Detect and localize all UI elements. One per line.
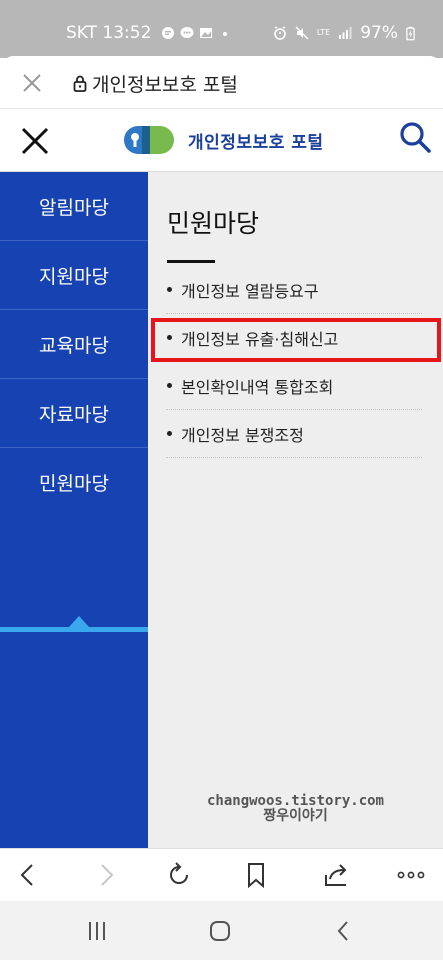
submenu-item-dispute-mediation[interactable]: 개인정보 분쟁조정 [166,410,422,458]
share-icon[interactable] [322,861,350,889]
browser-title-bar: 개인정보보호 포털 [0,56,443,109]
forward-icon[interactable] [92,861,120,889]
bookmark-icon[interactable] [242,861,270,889]
home-icon[interactable] [206,918,234,944]
logo-text: 개인정보보호 포털 [188,132,324,153]
sidebar-item-resources[interactable]: 자료마당 [0,379,148,448]
submenu-item-label: 개인정보 분쟁조정 [181,425,304,445]
watermark-url: changwoos.tistory.com [206,793,384,809]
status-left: SKT 13:52 [66,23,232,43]
bullet-icon [167,431,172,436]
status-bar: SKT 13:52 LTE 97% [0,0,443,58]
sidebar-item-label: 지원마당 [39,265,109,288]
submenu-item-identity-lookup[interactable]: 본인확인내역 통합조회 [166,362,422,410]
highlight-box [151,318,441,362]
sidebar-item-support[interactable]: 지원마당 [0,241,148,310]
sidebar-item-label: 자료마당 [39,403,109,426]
carrier-time: SKT 13:52 [66,23,152,43]
bullet-icon [167,287,172,292]
logo-mark-icon [124,126,174,154]
watermark-name: 짱우이야기 [263,808,328,824]
active-indicator-caret [69,616,89,627]
close-tab-icon[interactable] [20,71,44,95]
gallery-icon [200,28,213,38]
sidebar-item-civil-affairs[interactable]: 민원마당 [0,448,148,517]
close-menu-icon[interactable] [20,126,50,156]
mute-icon [295,26,309,40]
system-navbar [0,901,443,960]
sidebar-item-label: 알림마당 [39,196,109,219]
sidebar: 알림마당 지원마당 교육마당 자료마당 민원마당 [0,172,148,848]
section-title: 민원마당 [167,209,260,238]
battery-percent: 97% [360,23,398,43]
sidebar-item-label: 교육마당 [39,334,109,357]
back-icon[interactable] [14,861,42,889]
battery-icon [406,26,415,40]
submenu-panel: 민원마당 개인정보 열람등요구 개인정보 유출·침해신고 본인확인내역 통합조회… [148,172,443,848]
site-logo[interactable]: 개인정보보호 포털 [120,122,324,158]
browser-toolbar [0,848,443,901]
browser-sheet: 개인정보보호 포털 개인정보보호 포털 알림마당 지원마당 교육마당 자료마당 … [0,56,443,960]
submenu-item-label: 개인정보 열람등요구 [181,281,319,301]
submenu-list: 개인정보 열람등요구 개인정보 유출·침해신고 본인확인내역 통합조회 개인정보… [151,266,441,458]
dot-icon [223,32,228,36]
active-indicator-bar [0,627,148,632]
reload-icon[interactable] [165,861,193,889]
sidebar-item-label: 민원마당 [39,473,109,495]
more-icon[interactable] [397,861,425,889]
site-header: 개인정보보호 포털 [0,110,443,172]
signal-icon [339,27,352,39]
submenu-item-label: 본인확인내역 통합조회 [181,377,334,397]
submenu-item-leak-report[interactable]: 개인정보 유출·침해신고 [151,314,441,362]
system-back-icon[interactable] [330,918,358,944]
alarm-icon [274,26,286,40]
chat-icon [162,27,175,39]
message-icon [180,27,194,38]
recents-icon[interactable] [83,918,111,944]
section-divider [167,260,215,263]
page-title[interactable]: 개인정보보호 포털 [92,70,238,97]
sidebar-item-education[interactable]: 교육마당 [0,310,148,379]
watermark: changwoos.tistory.com 짱우이야기 [148,794,443,824]
lock-icon [73,75,87,92]
search-icon[interactable] [398,120,432,154]
status-right: LTE 97% [273,23,415,43]
bullet-icon [167,383,172,388]
submenu-item-access-request[interactable]: 개인정보 열람등요구 [166,266,422,314]
sidebar-item-notices[interactable]: 알림마당 [0,172,148,241]
lte-icon: LTE [316,28,331,37]
